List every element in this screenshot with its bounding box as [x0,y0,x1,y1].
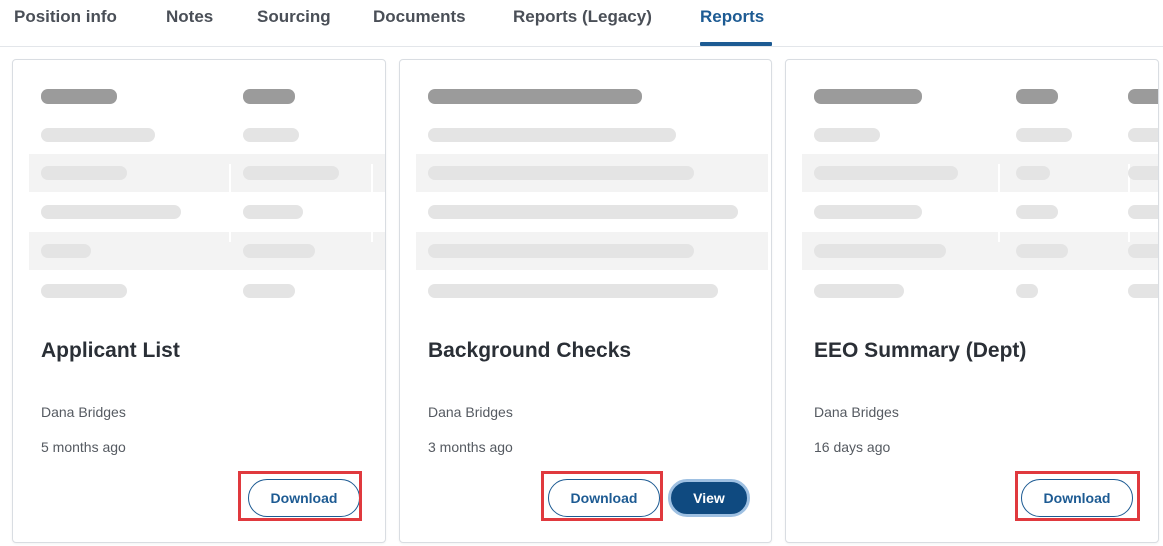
tab-notes[interactable]: Notes [166,7,213,27]
report-author: Dana Bridges [41,404,126,420]
tab-reports[interactable]: Reports [700,7,764,27]
preview-column-divider [229,164,231,242]
preview-bar [1016,284,1038,298]
report-thumbnail [802,72,1158,368]
tab-reports-legacy[interactable]: Reports (Legacy) [513,7,652,27]
preview-bar [814,128,880,142]
preview-bar [41,166,127,180]
report-card-eeo-summary[interactable]: EEO Summary (Dept) Dana Bridges 16 days … [785,59,1159,543]
preview-bar [243,284,295,298]
preview-bar [814,205,922,219]
preview-bar [1128,205,1158,219]
report-date: 5 months ago [41,439,126,455]
preview-bar [814,166,958,180]
tab-documents[interactable]: Documents [373,7,466,27]
preview-bar [1128,166,1158,180]
preview-column-divider [371,164,373,242]
report-card-applicant-list[interactable]: Applicant List Dana Bridges 5 months ago… [12,59,386,543]
preview-header-bar [243,89,295,104]
tab-bar: Position info Notes Sourcing Documents R… [0,0,1163,47]
preview-bar [1016,244,1068,258]
preview-bar [1016,128,1072,142]
preview-bar [243,166,339,180]
report-title: EEO Summary (Dept) [814,339,1027,362]
preview-header-bar [1016,89,1058,104]
preview-bar [243,205,303,219]
preview-bar [428,244,694,258]
preview-bar [814,244,946,258]
preview-bar [41,244,91,258]
report-date: 16 days ago [814,439,891,455]
preview-bar [1016,166,1050,180]
preview-bar [1016,205,1058,219]
preview-header-bar [428,89,642,104]
preview-bar [1128,244,1158,258]
preview-header-bar [814,89,922,104]
preview-bar [1128,284,1158,298]
preview-bar [428,128,676,142]
report-card-background-checks[interactable]: Background Checks Dana Bridges 3 months … [399,59,772,543]
tab-sourcing[interactable]: Sourcing [257,7,331,27]
preview-bar [428,166,694,180]
report-thumbnail [416,72,768,368]
report-author: Dana Bridges [814,404,899,420]
preview-bar [1128,128,1158,142]
active-tab-indicator [700,42,772,46]
preview-column-divider [998,164,1000,242]
preview-bar [41,205,181,219]
tab-position-info[interactable]: Position info [14,7,117,27]
report-author: Dana Bridges [428,404,513,420]
preview-header-bar [41,89,117,104]
preview-header-bar [1128,89,1158,104]
preview-bar [243,244,315,258]
report-date: 3 months ago [428,439,513,455]
report-title: Background Checks [428,339,632,362]
report-title: Applicant List [41,339,180,362]
preview-bar [41,128,155,142]
preview-bar [814,284,904,298]
preview-bar [428,284,718,298]
report-thumbnail [29,72,385,368]
view-button[interactable]: View [668,479,750,517]
download-button[interactable]: Download [248,479,360,517]
download-button[interactable]: Download [1021,479,1133,517]
preview-bar [428,205,738,219]
preview-bar [243,128,299,142]
preview-bar [41,284,127,298]
download-button[interactable]: Download [548,479,660,517]
